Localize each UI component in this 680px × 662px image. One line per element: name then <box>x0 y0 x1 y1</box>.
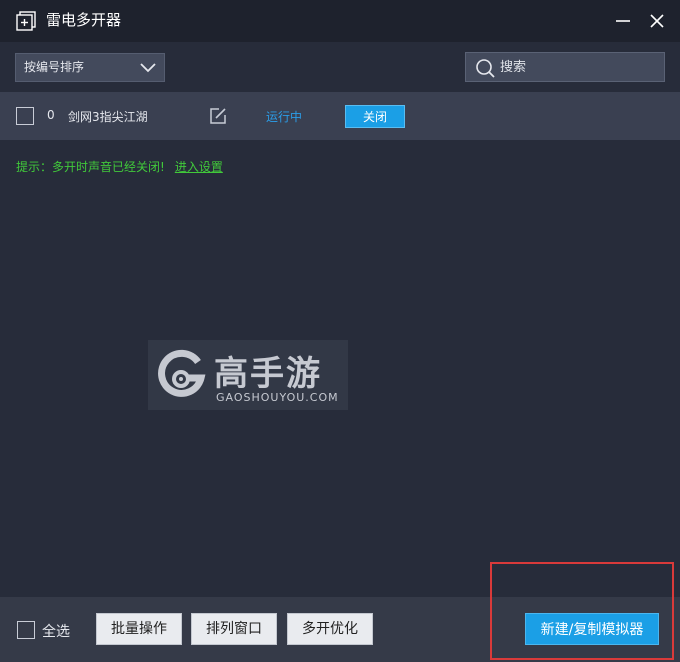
instance-checkbox[interactable] <box>16 107 34 125</box>
search-input[interactable] <box>500 53 660 81</box>
instance-row[interactable]: 0 剑网3指尖江湖 运行中 关闭 <box>0 92 680 140</box>
gaoshouyou-logo-icon <box>158 349 206 397</box>
search-icon <box>476 59 495 78</box>
toolbar: 按编号排序 <box>0 42 680 92</box>
edit-icon[interactable] <box>208 106 228 126</box>
search-box[interactable] <box>465 52 665 82</box>
select-all-checkbox[interactable] <box>17 621 35 639</box>
chevron-down-icon <box>140 63 156 73</box>
minimize-icon[interactable] <box>614 12 632 30</box>
add-window-icon <box>16 11 36 31</box>
instance-name: 剑网3指尖江湖 <box>68 110 148 124</box>
bottom-bar: 全选 批量操作 排列窗口 多开优化 新建/复制模拟器 <box>0 597 680 662</box>
arrange-windows-button[interactable]: 排列窗口 <box>191 613 277 645</box>
app-title: 雷电多开器 <box>46 11 122 29</box>
select-all-label[interactable]: 全选 <box>42 621 70 641</box>
sound-notice: 提示：多开时声音已经关闭! 进入设置 <box>16 158 223 175</box>
batch-operation-button[interactable]: 批量操作 <box>96 613 182 645</box>
watermark-text: 高手游 <box>214 354 322 394</box>
sort-dropdown-value: 按编号排序 <box>24 60 85 74</box>
instance-index: 0 <box>47 108 55 122</box>
instance-status: 运行中 <box>266 110 303 124</box>
watermark: 高手游 GAOSHOUYOU.COM <box>148 340 348 410</box>
notice-text: 提示：多开时声音已经关闭! <box>16 160 165 174</box>
close-icon[interactable] <box>648 12 666 30</box>
sort-dropdown[interactable]: 按编号排序 <box>15 53 165 82</box>
close-instance-button[interactable]: 关闭 <box>345 105 405 128</box>
new-copy-emulator-button[interactable]: 新建/复制模拟器 <box>525 613 659 645</box>
settings-link[interactable]: 进入设置 <box>175 160 223 174</box>
title-bar: 雷电多开器 <box>0 0 680 42</box>
multi-optimize-button[interactable]: 多开优化 <box>287 613 373 645</box>
watermark-domain: GAOSHOUYOU.COM <box>216 391 339 404</box>
